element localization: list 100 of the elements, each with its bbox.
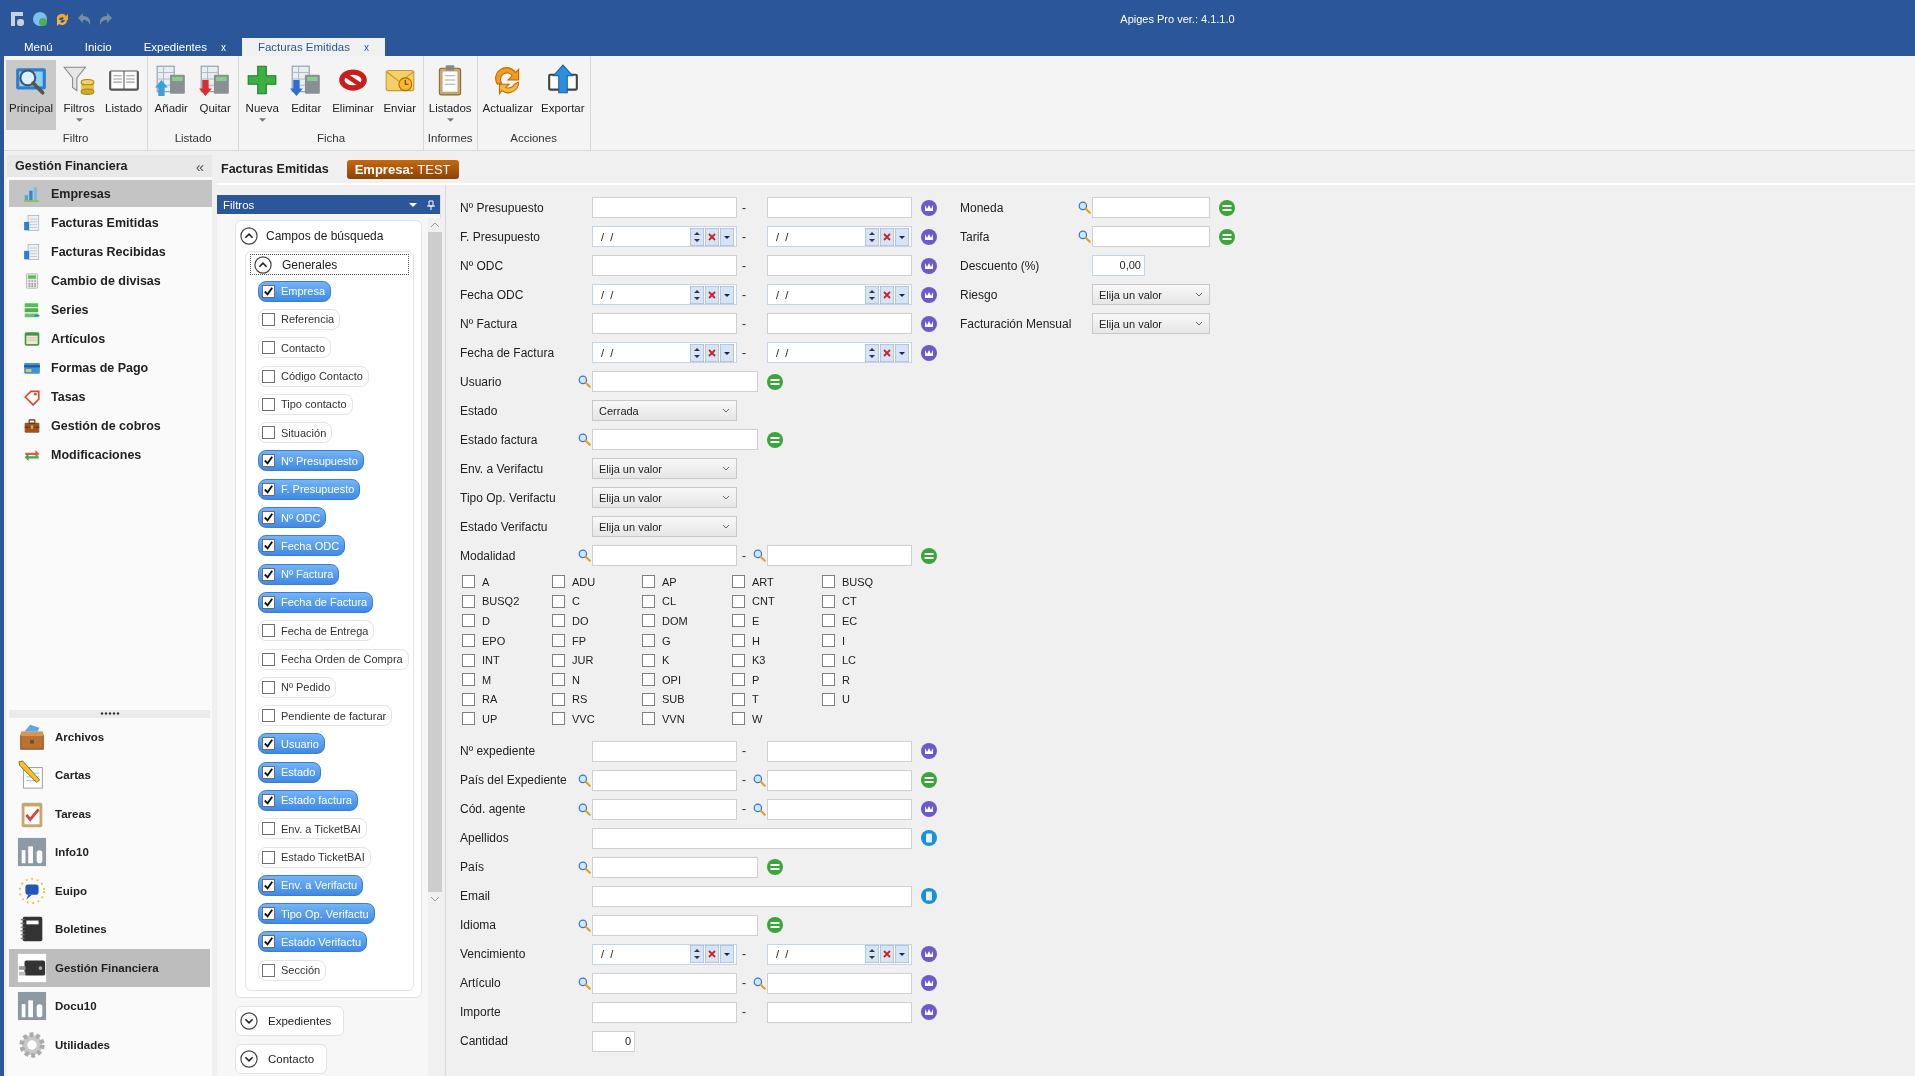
equals-icon[interactable] bbox=[767, 373, 783, 390]
checkbox[interactable] bbox=[822, 692, 835, 706]
checkbox[interactable] bbox=[262, 341, 275, 355]
toolbar-button[interactable]: Nueva bbox=[241, 60, 284, 130]
crown-icon[interactable] bbox=[921, 1004, 937, 1021]
module-item[interactable]: Info10 bbox=[9, 833, 210, 872]
clear-icon[interactable] bbox=[880, 285, 894, 304]
checkbox[interactable] bbox=[262, 709, 275, 723]
group-header[interactable]: Generales bbox=[250, 254, 409, 275]
caret-icon[interactable] bbox=[720, 285, 734, 304]
spinner-icon[interactable] bbox=[690, 227, 704, 246]
tab[interactable]: Facturas Emitidas x bbox=[241, 38, 385, 56]
filter-chip[interactable]: Env. a TicketBAI bbox=[258, 818, 367, 840]
equals-icon[interactable] bbox=[767, 859, 783, 876]
toolbar-button[interactable]: Listado bbox=[102, 60, 146, 130]
text-field[interactable] bbox=[592, 856, 758, 878]
dropdown[interactable]: Cerrada bbox=[592, 400, 737, 421]
module-item[interactable]: Boletines bbox=[9, 910, 210, 949]
equals-icon[interactable] bbox=[1219, 199, 1235, 216]
search-icon[interactable] bbox=[578, 976, 591, 990]
module-item[interactable]: Gestión Financiera bbox=[9, 948, 210, 987]
crown-icon[interactable] bbox=[921, 257, 937, 274]
checkbox[interactable] bbox=[262, 426, 275, 440]
clear-icon[interactable] bbox=[705, 945, 719, 964]
toolbar-button[interactable]: Actualizar bbox=[479, 60, 537, 130]
clear-icon[interactable] bbox=[880, 343, 894, 362]
checkbox[interactable] bbox=[552, 575, 565, 589]
close-button[interactable]: x bbox=[363, 42, 369, 53]
search-icon[interactable] bbox=[753, 549, 766, 562]
checkbox[interactable] bbox=[552, 614, 565, 628]
text-field[interactable] bbox=[767, 798, 912, 820]
toolbar-button[interactable]: Eliminar bbox=[329, 60, 377, 130]
dropdown[interactable]: Elija un valor bbox=[592, 516, 737, 537]
search-icon[interactable] bbox=[1078, 201, 1091, 214]
group-header[interactable]: Contacto bbox=[235, 1044, 328, 1075]
toolbar-button[interactable]: Editar bbox=[285, 60, 328, 130]
date-field[interactable]: / / bbox=[767, 342, 912, 363]
module-item[interactable]: Cartas bbox=[9, 756, 210, 795]
checkbox[interactable] bbox=[642, 594, 655, 608]
crown-icon[interactable] bbox=[921, 286, 937, 303]
text-field[interactable] bbox=[592, 313, 737, 334]
checkbox[interactable] bbox=[732, 594, 745, 608]
crown-icon[interactable] bbox=[921, 946, 937, 963]
checkbox[interactable] bbox=[262, 454, 275, 468]
checkbox[interactable] bbox=[732, 692, 745, 706]
spinner-icon[interactable] bbox=[865, 285, 879, 304]
checkbox[interactable] bbox=[732, 575, 745, 589]
module-item[interactable]: Tareas bbox=[9, 794, 210, 833]
search-icon[interactable] bbox=[578, 773, 591, 787]
checkbox[interactable] bbox=[822, 634, 835, 648]
caret-icon[interactable] bbox=[720, 945, 734, 964]
scrollbar[interactable] bbox=[427, 218, 442, 1076]
text-field[interactable] bbox=[1092, 226, 1210, 247]
checkbox[interactable] bbox=[822, 614, 835, 628]
text-field[interactable] bbox=[767, 545, 912, 566]
sidebar-item[interactable]: Cambio de divisas bbox=[9, 267, 212, 294]
checkbox[interactable] bbox=[732, 712, 745, 726]
crown-icon[interactable] bbox=[921, 199, 937, 216]
caret-icon[interactable] bbox=[895, 227, 909, 246]
text-field[interactable] bbox=[592, 769, 737, 791]
toolbar-button[interactable]: Quitar bbox=[194, 60, 237, 130]
text-field[interactable] bbox=[592, 545, 737, 566]
checkbox[interactable] bbox=[552, 712, 565, 726]
text-field[interactable] bbox=[767, 740, 912, 762]
checkbox[interactable] bbox=[462, 653, 475, 667]
caret-icon[interactable] bbox=[895, 285, 909, 304]
sidebar-item[interactable]: Facturas Recibidas bbox=[9, 238, 212, 265]
checkbox[interactable] bbox=[262, 482, 275, 496]
checkbox[interactable] bbox=[462, 634, 475, 648]
checkbox[interactable] bbox=[642, 692, 655, 706]
checkbox[interactable] bbox=[262, 539, 275, 553]
search-icon[interactable] bbox=[753, 802, 766, 816]
text-field[interactable] bbox=[767, 313, 912, 334]
splitter-handle[interactable] bbox=[9, 709, 210, 718]
text-field[interactable] bbox=[592, 1001, 737, 1023]
sidebar-item[interactable]: Modificaciones bbox=[9, 441, 212, 468]
equals-icon[interactable] bbox=[767, 431, 783, 448]
expand-icon[interactable] bbox=[240, 1050, 258, 1069]
sidebar-item[interactable]: Empresas bbox=[9, 180, 212, 207]
text-field[interactable] bbox=[592, 827, 912, 849]
clear-icon[interactable] bbox=[705, 285, 719, 304]
checkbox[interactable] bbox=[822, 594, 835, 608]
filter-chip[interactable]: Nº Pedido bbox=[258, 676, 337, 698]
number-field[interactable]: 0,00 bbox=[1092, 255, 1145, 276]
filter-chip[interactable]: Situación bbox=[258, 422, 333, 444]
text-field[interactable] bbox=[592, 255, 737, 276]
filter-chip[interactable]: Estado TicketBAI bbox=[258, 846, 371, 868]
checkbox[interactable] bbox=[262, 878, 275, 892]
checkbox[interactable] bbox=[642, 614, 655, 628]
checkbox[interactable] bbox=[552, 653, 565, 667]
text-field[interactable] bbox=[592, 914, 758, 936]
filter-chip[interactable]: Referencia bbox=[258, 308, 341, 330]
sidebar-item[interactable]: Tasas bbox=[9, 383, 212, 410]
checkbox[interactable] bbox=[262, 369, 275, 383]
search-icon[interactable] bbox=[578, 802, 591, 816]
module-item[interactable]: Utilidades bbox=[9, 1025, 210, 1064]
filter-chip[interactable]: Sección bbox=[258, 959, 327, 981]
caret-icon[interactable] bbox=[720, 227, 734, 246]
filter-chip[interactable]: Contacto bbox=[258, 337, 332, 359]
checkbox[interactable] bbox=[822, 575, 835, 589]
